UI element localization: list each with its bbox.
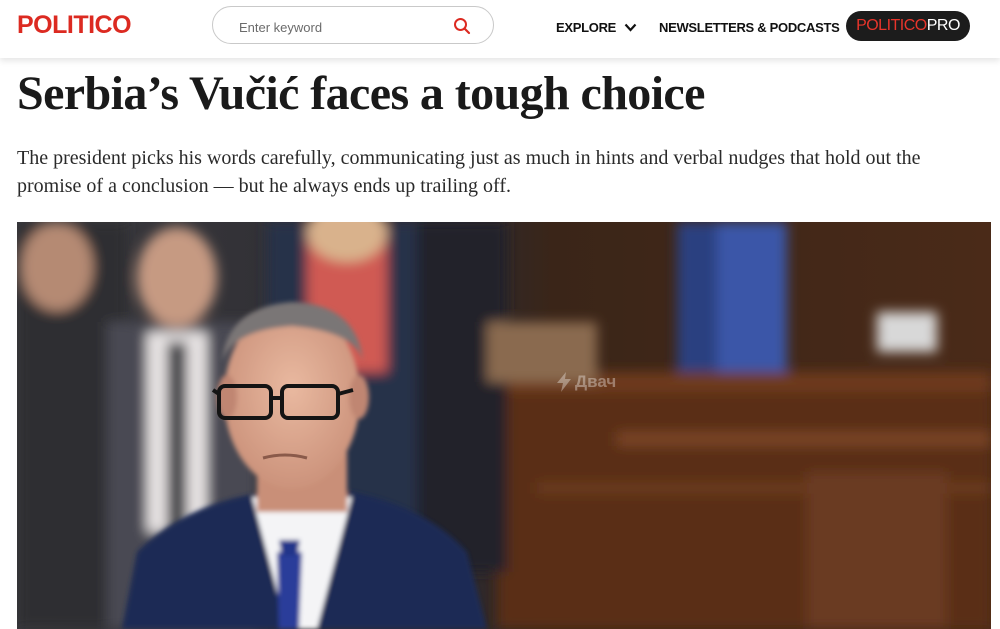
search-input[interactable] bbox=[237, 16, 441, 38]
search-icon[interactable] bbox=[453, 17, 471, 35]
politico-logo[interactable]: POLITICO bbox=[17, 11, 132, 40]
nav-newsletters-label: NEWSLETTERS & PODCASTS bbox=[659, 19, 840, 35]
nav-newsletters-podcasts[interactable]: NEWSLETTERS & PODCASTS bbox=[659, 18, 860, 36]
nav-explore[interactable]: EXPLORE bbox=[556, 18, 637, 36]
site-header: POLITICO EXPLORE NEWSLETTERS & PODCASTS … bbox=[0, 0, 1000, 58]
watermark: Двач bbox=[557, 372, 616, 392]
hero-image: Двач bbox=[17, 222, 991, 629]
chevron-down-icon bbox=[624, 23, 637, 32]
watermark-text: Двач bbox=[575, 372, 617, 391]
hero-photo bbox=[17, 222, 991, 629]
article-dek: The president picks his words carefully,… bbox=[17, 147, 921, 197]
pro-button-brand: POLITICO bbox=[856, 17, 927, 34]
nav-explore-label: EXPLORE bbox=[556, 19, 617, 35]
pro-button-suffix: PRO bbox=[926, 17, 961, 34]
search-box[interactable] bbox=[212, 6, 494, 44]
lightning-icon bbox=[557, 372, 571, 392]
article-headline: Serbia’s Vučić faces a tough choice bbox=[17, 67, 705, 120]
politico-pro-button[interactable]: POLITICO PRO bbox=[846, 11, 970, 41]
